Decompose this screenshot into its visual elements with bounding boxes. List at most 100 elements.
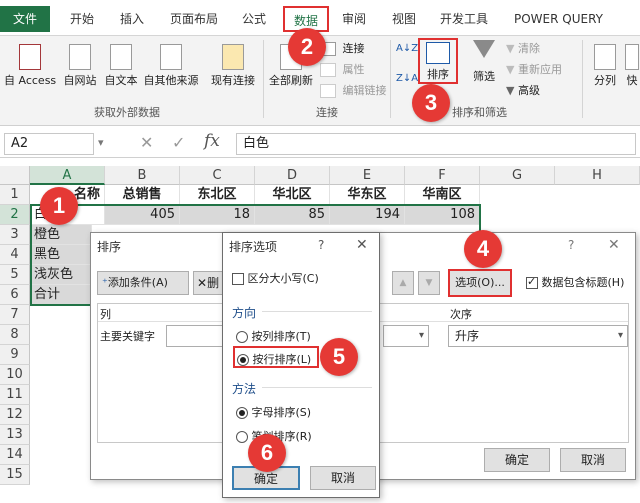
sort-button[interactable]: 排序 [418, 38, 458, 84]
column-header[interactable]: E [330, 166, 405, 185]
select-all-corner[interactable] [0, 166, 30, 185]
column-header[interactable]: A [30, 166, 105, 185]
move-up-button[interactable]: ▲ [392, 271, 414, 295]
column-header[interactable]: C [180, 166, 255, 185]
row-header[interactable]: 14 [0, 445, 30, 465]
cell-b2[interactable]: 405 [105, 205, 180, 225]
sort-cancel-button[interactable]: 取消 [560, 448, 626, 472]
advanced-filter-button[interactable]: ▼ 高级 [506, 82, 540, 98]
row-header[interactable]: 9 [0, 345, 30, 365]
cell-d1[interactable]: 华北区 [255, 185, 330, 205]
cell-e1[interactable]: 华东区 [330, 185, 405, 205]
cell-a5[interactable]: 浅灰色 [30, 265, 92, 285]
row-header[interactable]: 1 [0, 185, 30, 205]
cell-c1[interactable]: 东北区 [180, 185, 255, 205]
section-divider [262, 311, 372, 312]
cell-f1[interactable]: 华南区 [405, 185, 480, 205]
order-header-label: 次序 [450, 308, 472, 321]
move-down-button[interactable]: ▼ [418, 271, 440, 295]
tab-developer[interactable]: 开发工具 [436, 6, 492, 32]
tab-page-layout[interactable]: 页面布局 [166, 6, 222, 32]
letter-sort-radio[interactable]: 字母排序(S) [236, 404, 311, 420]
cell-a4[interactable]: 黑色 [30, 245, 92, 265]
delete-icon: ✕ [197, 276, 208, 290]
sort-dialog-close-button[interactable]: ✕ [608, 237, 620, 253]
filter-button[interactable]: 筛选 [468, 40, 500, 84]
insert-function-button[interactable]: fx [204, 131, 220, 151]
from-other-sources-button[interactable]: 自其他来源 [142, 44, 200, 88]
sort-descending-button[interactable]: Z↓A [396, 74, 418, 84]
cell-e2[interactable]: 194 [330, 205, 405, 225]
row-header[interactable]: 11 [0, 385, 30, 405]
sort-dialog-help-button[interactable]: ? [568, 238, 574, 252]
row-header[interactable]: 4 [0, 245, 30, 265]
primary-key-select[interactable] [166, 325, 228, 347]
from-web-button[interactable]: 自网站 [60, 44, 100, 88]
checkbox-icon [232, 273, 244, 285]
row-header[interactable]: 6 [0, 285, 30, 305]
column-header[interactable]: H [555, 166, 640, 185]
order-select[interactable]: 升序 ▾ [448, 325, 628, 347]
row-header[interactable]: 13 [0, 425, 30, 445]
cell-d2[interactable]: 85 [255, 205, 330, 225]
row-header[interactable]: 10 [0, 365, 30, 385]
case-sensitive-checkbox[interactable]: 区分大小写(C) [232, 270, 319, 286]
sort-ascending-button[interactable]: A↓Z [396, 44, 418, 54]
from-access-button[interactable]: 自 Access [4, 44, 56, 88]
reapply-button[interactable]: ▼ 重新应用 [506, 61, 562, 77]
cell-f2[interactable]: 108 [405, 205, 480, 225]
add-condition-button[interactable]: ⁺添加条件(A) [97, 271, 189, 295]
tab-file[interactable]: 文件 [0, 6, 50, 32]
delete-condition-button[interactable]: ✕删 [193, 271, 223, 295]
sort-options-button[interactable]: 选项(O)... [448, 269, 512, 297]
column-header[interactable]: D [255, 166, 330, 185]
tab-formulas[interactable]: 公式 [238, 6, 270, 32]
column-header[interactable]: B [105, 166, 180, 185]
name-box[interactable]: A2 [4, 133, 94, 155]
tab-view[interactable]: 视图 [388, 6, 420, 32]
cell-a6[interactable]: 合计 [30, 285, 92, 305]
row-header[interactable]: 3 [0, 225, 30, 245]
connections-button[interactable]: 连接 [320, 40, 365, 56]
column-header[interactable]: F [405, 166, 480, 185]
sort-options-help-button[interactable]: ? [318, 238, 324, 252]
cancel-entry-button[interactable]: ✕ [140, 133, 153, 152]
sort-by-column-radio[interactable]: 按列排序(T) [236, 328, 311, 344]
row-header[interactable]: 5 [0, 265, 30, 285]
cell-a3[interactable]: 橙色 [30, 225, 92, 245]
tab-home[interactable]: 开始 [66, 6, 98, 32]
row-header[interactable]: 12 [0, 405, 30, 425]
connections-group-label: 连接 [316, 106, 338, 119]
tab-power-query[interactable]: POWER QUERY [510, 6, 607, 32]
enter-entry-button[interactable]: ✓ [172, 133, 185, 152]
properties-button[interactable]: 属性 [320, 61, 365, 77]
existing-connections-button[interactable]: 现有连接 [206, 44, 260, 88]
cell-b1[interactable]: 总销售 [105, 185, 180, 205]
sort-by-row-radio[interactable]: 按行排序(L) [233, 346, 319, 368]
has-headers-checkbox[interactable]: 数据包含标题(H) [526, 274, 624, 290]
from-text-button[interactable]: 自文本 [101, 44, 141, 88]
column-header[interactable]: G [480, 166, 555, 185]
tab-insert[interactable]: 插入 [116, 6, 148, 32]
row-header[interactable]: 15 [0, 465, 30, 485]
text-to-columns-button[interactable]: 分列 [588, 44, 622, 88]
row-header[interactable]: 8 [0, 325, 30, 345]
cell-c2[interactable]: 18 [180, 205, 255, 225]
radio-selected-icon [236, 407, 248, 419]
flash-fill-button[interactable]: 快 [624, 44, 640, 88]
sort-ok-button[interactable]: 确定 [484, 448, 550, 472]
row-header[interactable]: 2 [0, 205, 30, 225]
edit-links-button[interactable]: 编辑链接 [320, 82, 387, 98]
sort-on-select[interactable]: ▾ [383, 325, 429, 347]
text-to-columns-icon [594, 44, 616, 70]
step-marker-1: 1 [40, 187, 78, 225]
row-header[interactable]: 7 [0, 305, 30, 325]
name-box-dropdown-icon[interactable]: ▾ [98, 136, 104, 149]
tab-review[interactable]: 审阅 [338, 6, 370, 32]
sort-options-cancel-button[interactable]: 取消 [310, 466, 376, 490]
sort-options-close-button[interactable]: ✕ [356, 237, 368, 253]
clear-filter-button[interactable]: ▼ 清除 [506, 40, 540, 56]
formula-input[interactable]: 白色 [236, 133, 636, 155]
group-divider [390, 40, 391, 118]
step-marker-4: 4 [464, 230, 502, 268]
